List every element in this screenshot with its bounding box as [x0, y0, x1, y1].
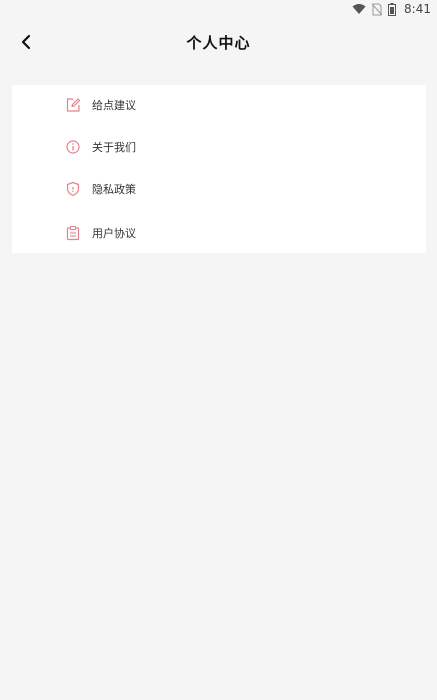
menu-item-user-agreement[interactable]: 用户协议	[12, 215, 426, 251]
chevron-left-icon	[21, 34, 31, 50]
menu-item-label: 用户协议	[92, 227, 136, 240]
screen: 8:41 个人中心 给点建议 关于我们 隐私政策 用户协议	[0, 0, 437, 700]
status-time: 8:41	[404, 2, 431, 16]
wifi-icon	[352, 3, 366, 15]
no-sim-icon	[372, 3, 383, 16]
battery-icon	[388, 2, 397, 16]
menu-item-privacy[interactable]: 隐私政策	[12, 171, 426, 207]
shield-icon	[64, 180, 82, 198]
menu-card: 给点建议 关于我们 隐私政策 用户协议	[12, 85, 426, 253]
menu-item-label: 关于我们	[92, 141, 136, 154]
status-bar: 8:41	[0, 0, 437, 18]
menu-item-feedback[interactable]: 给点建议	[12, 87, 426, 123]
back-button[interactable]	[14, 30, 38, 54]
menu-item-label: 给点建议	[92, 99, 136, 112]
info-icon	[64, 138, 82, 156]
page-title: 个人中心	[186, 33, 251, 52]
menu-item-about[interactable]: 关于我们	[12, 129, 426, 165]
header: 个人中心	[0, 22, 437, 62]
clipboard-icon	[64, 224, 82, 242]
edit-icon	[64, 96, 82, 114]
menu-item-label: 隐私政策	[92, 183, 136, 196]
